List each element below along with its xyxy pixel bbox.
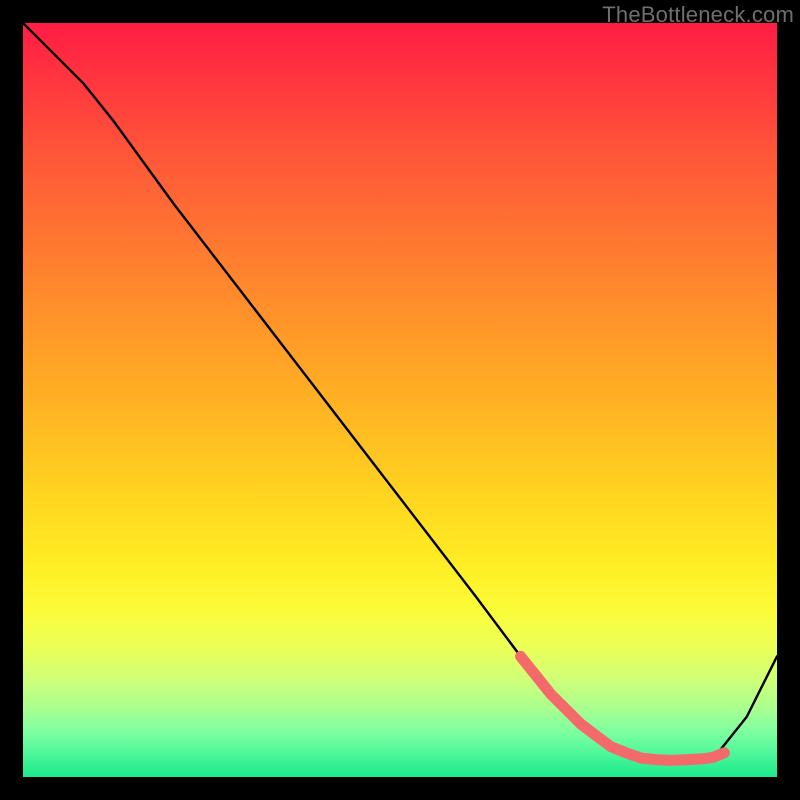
highlight-markers (521, 656, 730, 763)
highlight-band (521, 656, 725, 760)
chart-plot (23, 23, 777, 777)
curve-line (23, 23, 777, 760)
watermark-text: TheBottleneck.com (602, 2, 794, 28)
highlight-dot (719, 747, 730, 758)
chart-area (23, 23, 777, 777)
highlight-dot (707, 752, 718, 763)
